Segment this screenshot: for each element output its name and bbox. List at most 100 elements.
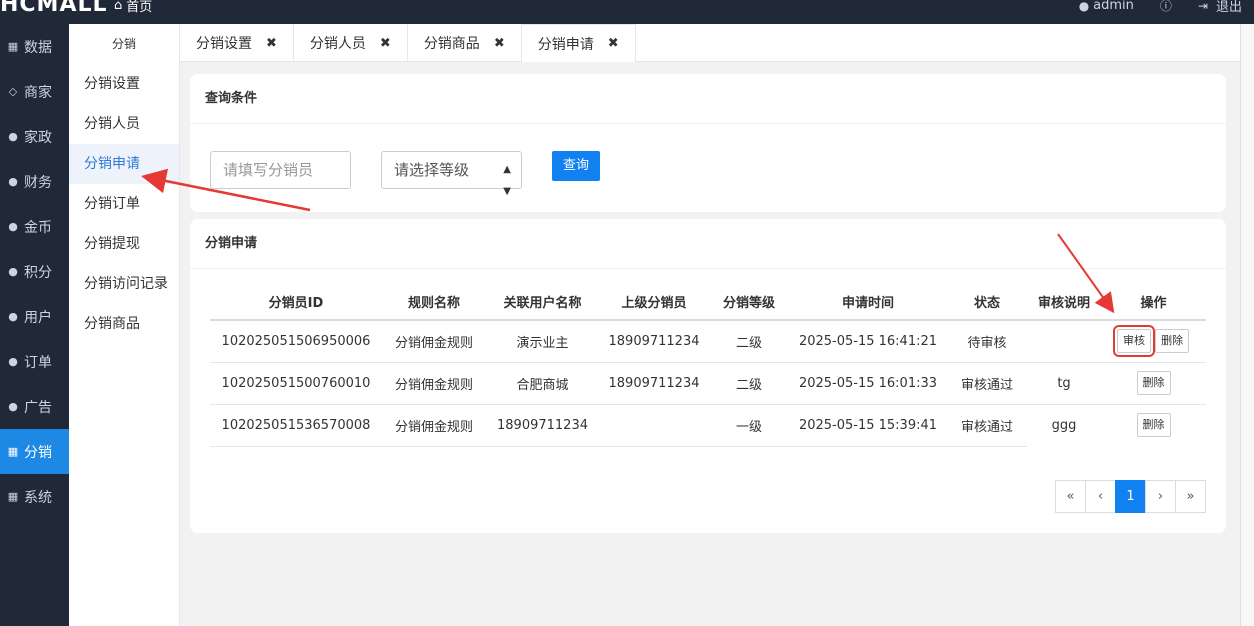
sidebar-item-label: 积分 [24, 264, 52, 281]
cell-time: 2025-05-15 15:39:41 [789, 404, 947, 447]
page-number-button[interactable]: 1 [1115, 480, 1146, 513]
column-header: 分销等级 [709, 283, 789, 321]
globe-icon: ● [8, 355, 18, 368]
cell-rule: 分销佣金规则 [382, 320, 486, 363]
globe-icon: ● [8, 310, 18, 323]
tab-products[interactable]: 分销商品 ✖ [408, 24, 522, 62]
cell-user: 合肥商城 [486, 362, 599, 405]
tab-bar: 分销设置 ✖ 分销人员 ✖ 分销商品 ✖ 分销申请 ✖ [180, 24, 1240, 62]
sidebar-item-label: 财务 [24, 174, 52, 191]
cell-status: 待审核 [947, 320, 1027, 363]
globe-icon: ● [8, 130, 18, 143]
table-row: 102025051536570008 分销佣金规则 18909711234 一级… [210, 404, 1206, 447]
sub-sidebar-title: 分销 [111, 37, 136, 51]
sidebar-item-users[interactable]: ● 用户 [0, 294, 69, 339]
info-icon[interactable]: ⓘ [1160, 0, 1172, 14]
table-row: 102025051500760010 分销佣金规则 合肥商城 189097112… [210, 362, 1206, 405]
column-header: 状态 [947, 283, 1027, 321]
sub-item-applications[interactable]: 分销申请 [69, 144, 179, 184]
sidebar-item-housekeeping[interactable]: ● 家政 [0, 114, 69, 159]
cell-level: 二级 [709, 320, 789, 363]
column-header: 上级分销员 [599, 283, 709, 321]
sidebar-item-finance[interactable]: ● 财务 [0, 159, 69, 204]
tab-members[interactable]: 分销人员 ✖ [294, 24, 408, 62]
sidebar-item-data[interactable]: ▦ 数据 [0, 24, 69, 69]
cell-id: 102025051506950006 [210, 320, 382, 363]
globe-icon: ● [8, 265, 18, 278]
next-page-button[interactable]: › [1145, 480, 1176, 513]
applications-panel: 分销申请 分销员ID 规则名称 关联用户名称 上级分销员 分销等级 申请时间 状… [190, 219, 1226, 533]
level-select[interactable]: 请选择等级 ▲ ▼ [381, 151, 522, 197]
cell-rule: 分销佣金规则 [382, 404, 486, 447]
user-menu[interactable]: ● admin [1079, 0, 1134, 13]
top-bar: HCMALL ⌂ 首页 ● admin ⓘ ⇥ 退出 [0, 0, 1254, 24]
tab-applications[interactable]: 分销申请 ✖ [521, 24, 636, 62]
tab-label: 分销商品 [423, 36, 480, 52]
level-select-value: 请选择等级 [394, 161, 470, 179]
select-caret-icon: ▲ ▼ [503, 164, 511, 197]
sub-item-members[interactable]: 分销人员 [69, 104, 179, 144]
applications-table: 分销员ID 规则名称 关联用户名称 上级分销员 分销等级 申请时间 状态 审核说… [210, 283, 1206, 447]
query-panel-title: 查询条件 [190, 74, 1226, 124]
cell-note: ggg [1051, 417, 1077, 433]
brand-logo: HCMALL [0, 0, 108, 17]
sub-item-orders[interactable]: 分销订单 [69, 184, 179, 224]
logout-icon: ⇥ [1197, 0, 1208, 13]
cell-level: 二级 [709, 362, 789, 405]
delete-button[interactable]: 删除 [1155, 329, 1190, 354]
sidebar-item-label: 订单 [24, 354, 52, 371]
cell-actions: 删除 [1101, 362, 1206, 405]
sidebar-item-label: 金币 [24, 219, 52, 236]
sidebar-item-coins[interactable]: ● 金币 [0, 204, 69, 249]
diamond-icon: ◇ [8, 85, 18, 98]
sidebar-item-label: 数据 [24, 39, 52, 56]
query-panel: 查询条件 请填写分销员 请选择等级 ▲ ▼ 查询 [190, 74, 1226, 212]
column-header: 关联用户名称 [486, 283, 599, 321]
cell-actions: 删除 [1101, 404, 1206, 446]
close-icon[interactable]: ✖ [380, 36, 391, 51]
column-header: 操作 [1101, 283, 1206, 321]
tab-label: 分销人员 [309, 36, 366, 52]
close-icon[interactable]: ✖ [608, 36, 619, 51]
sub-item-visit-records[interactable]: 分销访问记录 [69, 264, 179, 304]
sidebar-item-distribution[interactable]: ▦ 分销 [0, 429, 69, 474]
first-page-button[interactable]: « [1055, 480, 1086, 513]
globe-icon: ● [8, 400, 18, 413]
sidebar-item-system[interactable]: ▦ 系统 [0, 474, 69, 519]
sidebar-item-orders[interactable]: ● 订单 [0, 339, 69, 384]
cell-level: 一级 [709, 404, 789, 447]
search-button[interactable]: 查询 [552, 151, 600, 181]
cell-status: 审核通过 [947, 362, 1027, 405]
home-icon: ⌂ [114, 0, 123, 13]
sidebar-item-label: 用户 [24, 309, 52, 326]
sub-item-products[interactable]: 分销商品 [69, 304, 179, 344]
sidebar-item-merchant[interactable]: ◇ 商家 [0, 69, 69, 114]
delete-button[interactable]: 删除 [1136, 371, 1171, 395]
sidebar-item-points[interactable]: ● 积分 [0, 249, 69, 294]
column-header: 分销员ID [210, 283, 382, 321]
close-icon[interactable]: ✖ [494, 36, 505, 51]
sidebar-item-ads[interactable]: ● 广告 [0, 384, 69, 429]
distributor-search-input[interactable]: 请填写分销员 [210, 151, 351, 189]
cell-note: tg [1027, 362, 1101, 405]
home-label: 首页 [126, 0, 153, 15]
prev-page-button[interactable]: ‹ [1085, 480, 1116, 513]
home-link[interactable]: ⌂ 首页 [114, 0, 152, 15]
review-button[interactable]: 审核 [1113, 325, 1155, 358]
sub-item-settings[interactable]: 分销设置 [69, 64, 179, 104]
delete-button[interactable]: 删除 [1136, 413, 1171, 438]
cell-time: 2025-05-15 16:41:21 [789, 320, 947, 363]
sub-item-withdrawals[interactable]: 分销提现 [69, 224, 179, 264]
vertical-scrollbar[interactable] [1240, 24, 1254, 626]
grid-icon: ▦ [7, 40, 19, 53]
table-row: 102025051506950006 分销佣金规则 演示业主 189097112… [210, 320, 1206, 363]
last-page-button[interactable]: » [1175, 480, 1206, 513]
tab-settings[interactable]: 分销设置 ✖ [180, 24, 294, 62]
logout-label: 退出 [1215, 0, 1242, 15]
close-icon[interactable]: ✖ [266, 36, 277, 51]
logout-button[interactable]: ⇥ 退出 [1198, 0, 1242, 15]
globe-icon: ● [8, 220, 18, 233]
cell-parent: 18909711234 [599, 320, 709, 363]
sidebar-item-label: 分销 [24, 444, 52, 461]
cell-user: 18909711234 [486, 404, 599, 447]
